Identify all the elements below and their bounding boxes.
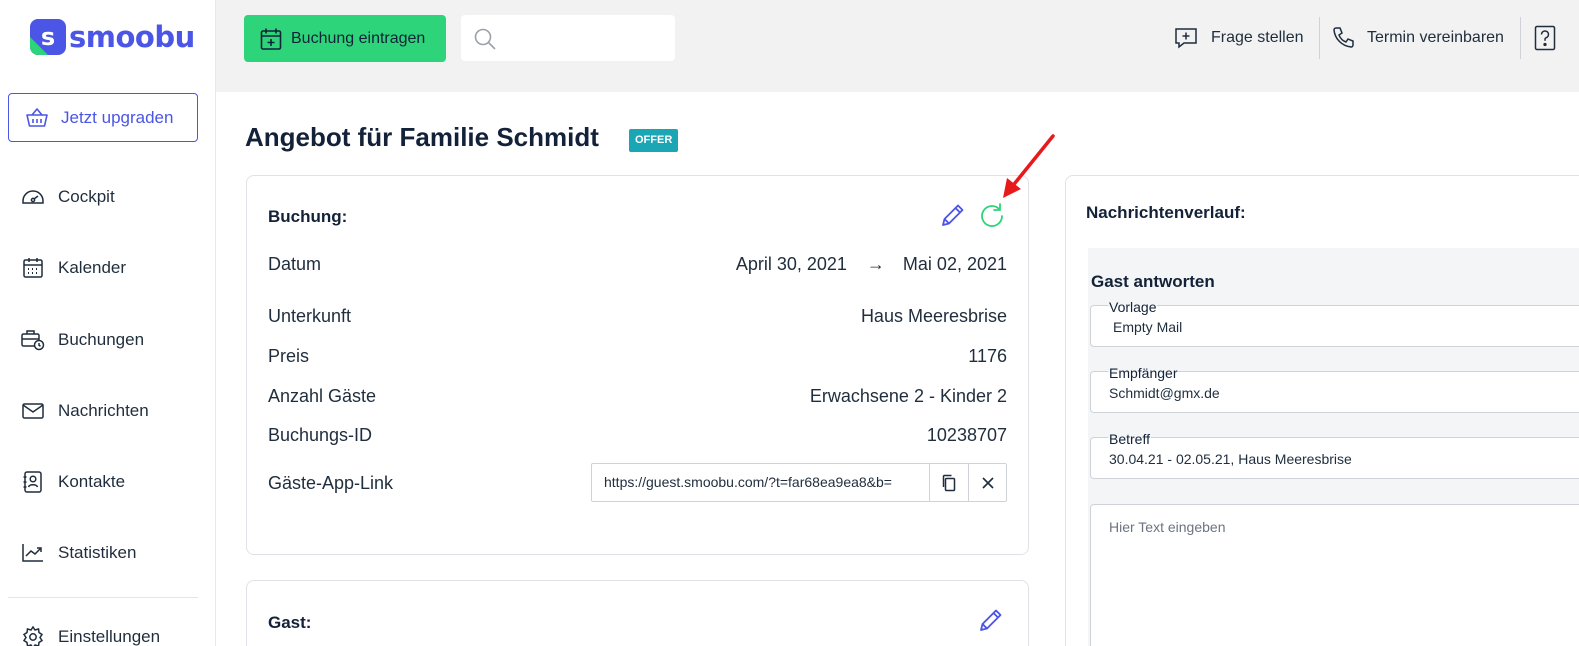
guest-card: Gast:: [246, 580, 1029, 646]
status-badge: OFFER: [629, 129, 679, 152]
sidebar-item-kalender[interactable]: Kalender: [0, 253, 215, 283]
logo-mark-icon: s: [30, 19, 66, 55]
booking-card-title: Buchung:: [268, 207, 348, 226]
sidebar-item-label: Kontakte: [58, 472, 126, 491]
guest-app-link-value[interactable]: https://guest.smoobu.com/?t=far68ea9ea8&…: [592, 464, 930, 501]
phone-icon: [1333, 27, 1354, 48]
search-icon: [474, 28, 496, 50]
message-history-title: Nachrichtenverlauf:: [1086, 203, 1246, 222]
pencil-edit-icon[interactable]: [977, 606, 1005, 634]
annotation-arrow-icon: [1003, 134, 1055, 198]
basket-icon: [26, 107, 48, 127]
ask-question-label: Frage stellen: [1211, 29, 1304, 46]
booking-id-value: 10238707: [926, 425, 1007, 445]
sidebar-divider: [8, 597, 198, 598]
guest-card-title: Gast:: [268, 613, 312, 632]
template-label: Vorlage: [1108, 299, 1158, 315]
price-label: Preis: [268, 346, 310, 366]
subject-field[interactable]: Betreff 30.04.21 - 02.05.21, Haus Meeres…: [1090, 431, 1579, 479]
dashboard-gauge-icon: [22, 190, 44, 204]
sidebar-item-label: Einstellungen: [58, 627, 161, 646]
sidebar-item-label: Buchungen: [58, 330, 145, 349]
schedule-appointment-link[interactable]: Termin vereinbaren: [1331, 17, 1504, 59]
sidebar-item-cockpit[interactable]: Cockpit: [0, 182, 215, 212]
sidebar-item-label: Kalender: [58, 258, 127, 277]
logo-text: smoobu: [69, 20, 195, 54]
topbar-separator: [1319, 17, 1320, 59]
message-text-placeholder: Hier Text eingeben: [1109, 519, 1226, 535]
upgrade-button[interactable]: Jetzt upgraden: [8, 93, 198, 142]
sidebar-item-nachrichten[interactable]: Nachrichten: [0, 396, 215, 426]
recipient-label: Empfänger: [1108, 365, 1179, 381]
reply-title: Gast antworten: [1091, 272, 1215, 291]
template-value: Empty Mail: [1113, 319, 1183, 335]
arrow-right-icon: →: [866, 254, 885, 274]
add-booking-button[interactable]: Buchung eintragen: [244, 15, 446, 62]
guest-count-value: Erwachsene 2 - Kinder 2: [809, 386, 1007, 406]
sidebar-item-label: Cockpit: [58, 187, 115, 206]
recipient-value: Schmidt@gmx.de: [1109, 385, 1220, 401]
pencil-edit-icon[interactable]: [939, 201, 967, 229]
help-button[interactable]: [1534, 17, 1556, 59]
sidebar-item-buchungen[interactable]: Buchungen: [0, 325, 215, 355]
template-select[interactable]: Vorlage Empty Mail: [1090, 299, 1579, 347]
sidebar: s smoobu Jetzt upgraden Cockpit Kalender…: [0, 0, 216, 646]
guest-count-label: Anzahl Gäste: [268, 386, 377, 406]
date-to: Mai 02, 2021: [902, 254, 1007, 274]
property-label: Unterkunft: [268, 306, 352, 326]
topbar-separator: [1520, 17, 1521, 59]
date-from: April 30, 2021: [735, 254, 847, 274]
add-booking-label: Buchung eintragen: [291, 29, 426, 47]
ask-question-link[interactable]: Frage stellen: [1174, 17, 1304, 59]
date-range: April 30, 2021 → Mai 02, 2021: [736, 254, 1007, 275]
sidebar-item-statistiken[interactable]: Statistiken: [0, 538, 215, 568]
booking-id-label: Buchungs-ID: [268, 425, 373, 445]
sidebar-item-label: Nachrichten: [58, 401, 149, 420]
smoobu-logo[interactable]: s smoobu: [30, 19, 195, 55]
calendar-icon: [23, 258, 43, 278]
copy-icon: [942, 474, 956, 491]
subject-label: Betreff: [1108, 431, 1151, 447]
search-box[interactable]: [461, 15, 675, 61]
clear-link-button[interactable]: [969, 464, 1006, 501]
price-value: 1176: [968, 346, 1007, 366]
guest-app-link-label: Gäste-App-Link: [268, 473, 394, 493]
topbar: Buchung eintragen Frage stellen Termin v…: [216, 0, 1579, 92]
sidebar-item-kontakte[interactable]: Kontakte: [0, 467, 215, 497]
subject-value: 30.04.21 - 02.05.21, Haus Meeresbrise: [1109, 451, 1352, 467]
briefcase-clock-icon: [21, 330, 45, 351]
close-icon: [981, 476, 994, 489]
copy-link-button[interactable]: [930, 464, 969, 501]
question-mark-icon: [1534, 25, 1556, 51]
message-text-area[interactable]: Hier Text eingeben: [1090, 504, 1579, 646]
sidebar-item-label: Statistiken: [58, 543, 137, 562]
date-label: Datum: [268, 254, 322, 274]
schedule-label: Termin vereinbaren: [1367, 29, 1504, 46]
chat-plus-icon: [1175, 28, 1197, 49]
envelope-icon: [22, 403, 44, 419]
gear-icon: [22, 625, 44, 646]
booking-card: Buchung: Datum April 30, 2021 → Mai 02, …: [246, 175, 1029, 555]
upgrade-label: Jetzt upgraden: [61, 107, 174, 127]
calendar-plus-icon: [260, 28, 282, 50]
chart-trend-icon: [22, 544, 43, 562]
sidebar-item-einstellungen[interactable]: Einstellungen: [0, 622, 215, 646]
contact-book-icon: [23, 471, 42, 493]
recipient-field[interactable]: Empfänger Schmidt@gmx.de: [1090, 365, 1579, 413]
property-value: Haus Meeresbrise: [860, 306, 1007, 326]
search-input[interactable]: [505, 23, 665, 53]
guest-app-link-field: https://guest.smoobu.com/?t=far68ea9ea8&…: [591, 463, 1007, 502]
page-title: Angebot für Familie Schmidt: [245, 122, 599, 152]
message-history-panel: Nachrichtenverlauf: Gast antworten Vorla…: [1065, 175, 1579, 646]
reply-form: Gast antworten Vorlage Empty Mail Empfän…: [1088, 248, 1579, 646]
